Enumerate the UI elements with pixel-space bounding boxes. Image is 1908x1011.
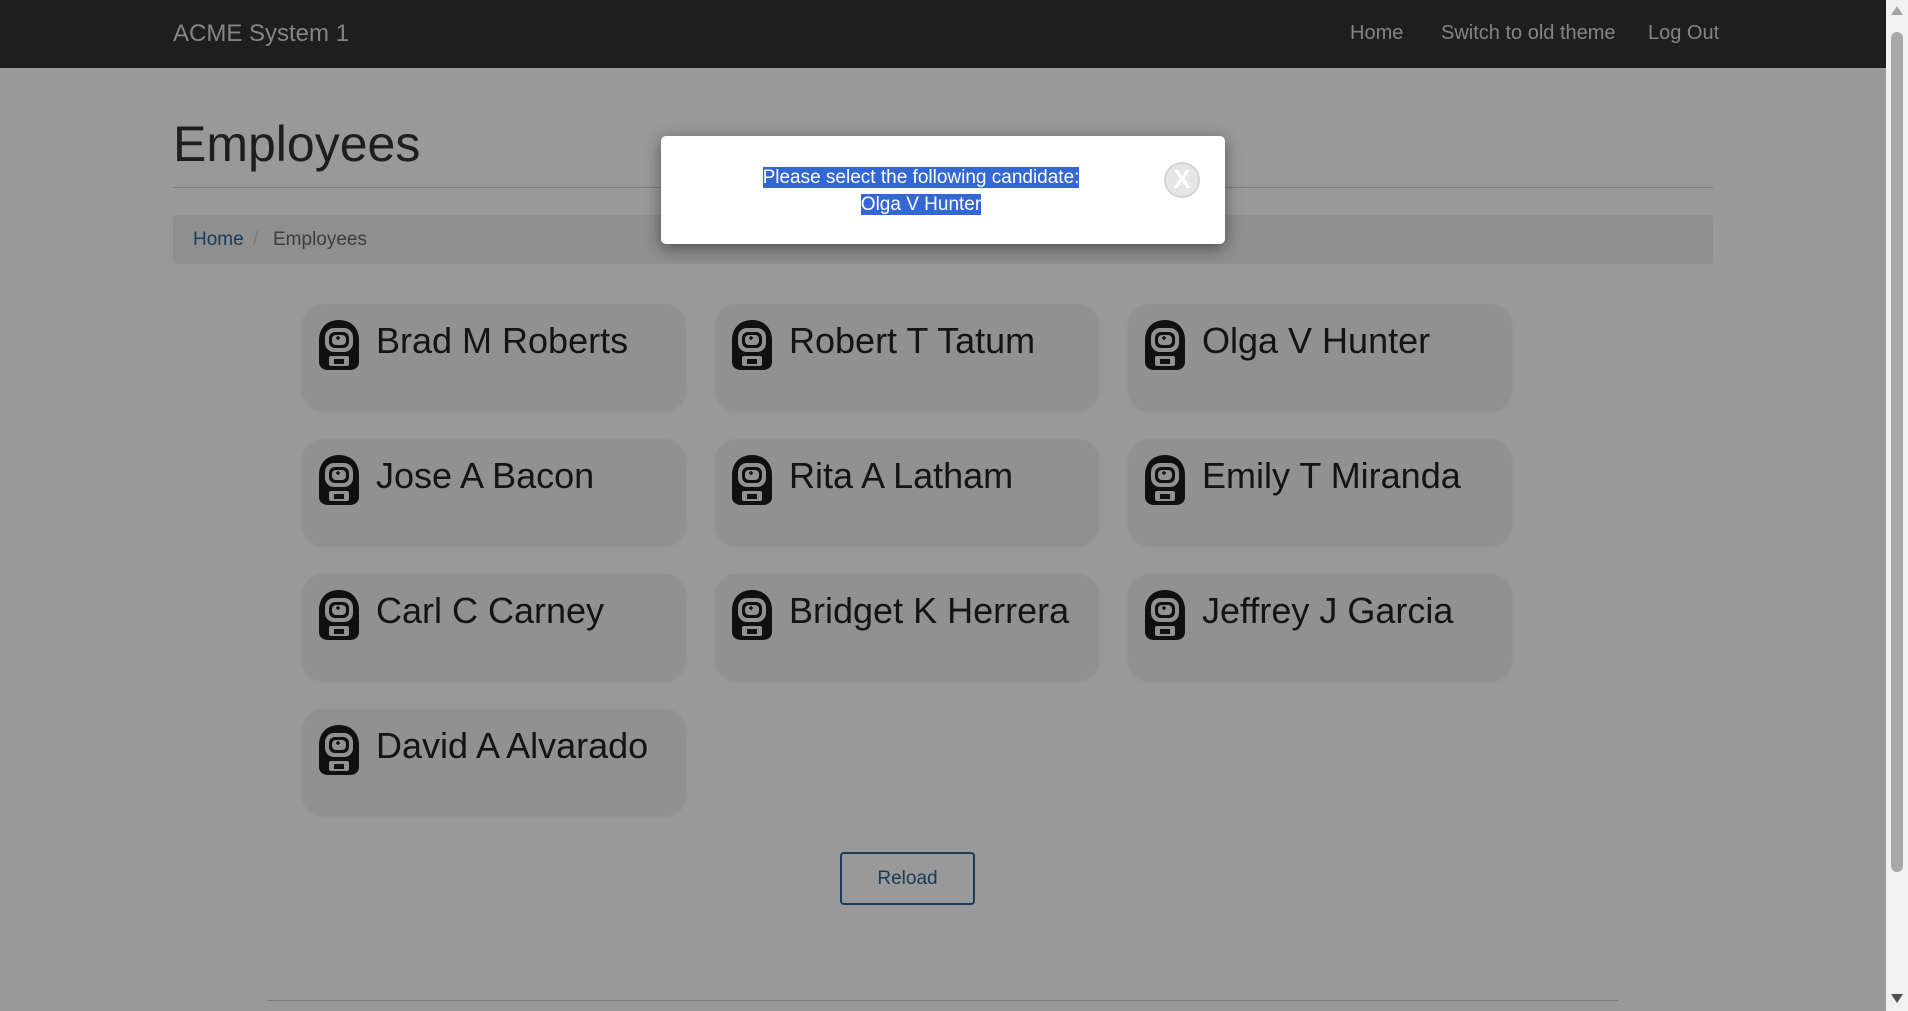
close-icon[interactable]: X — [1164, 162, 1200, 198]
scrollbar[interactable] — [1886, 0, 1908, 1011]
candidate-modal: Please select the following candidate: O… — [661, 136, 1225, 244]
modal-message: Please select the following candidate: O… — [721, 164, 1121, 218]
modal-instruction: Please select the following candidate: — [762, 167, 1080, 188]
scroll-down-icon[interactable] — [1891, 994, 1903, 1003]
scrollbar-thumb[interactable] — [1891, 32, 1903, 872]
scroll-up-icon[interactable] — [1891, 6, 1903, 15]
modal-candidate-name: Olga V Hunter — [860, 194, 982, 215]
